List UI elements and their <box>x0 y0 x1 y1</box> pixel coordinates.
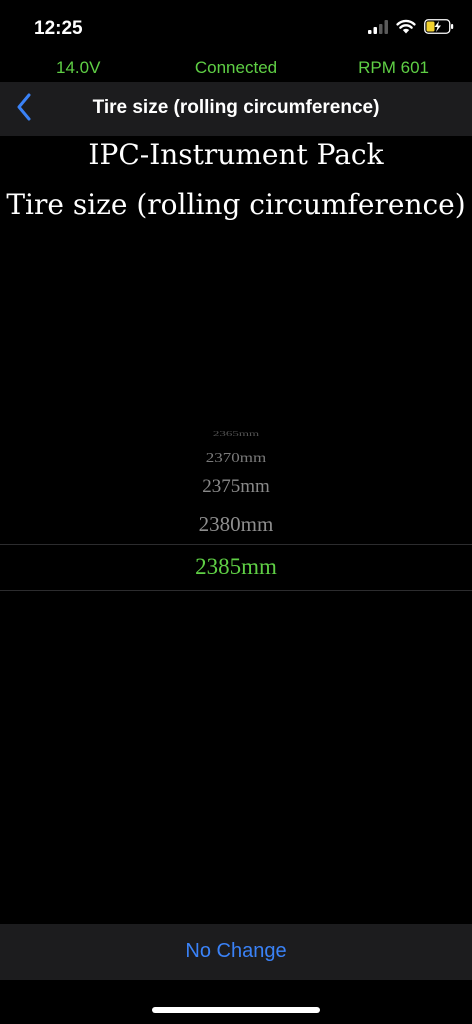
picker-option[interactable]: 2370mm <box>0 450 472 466</box>
bottom-action-bar: No Change <box>0 924 472 980</box>
no-change-button[interactable]: No Change <box>0 940 472 963</box>
status-bar: 12:25 <box>0 0 472 56</box>
setting-name: Tire size (rolling circumference) <box>6 188 466 221</box>
battery-charging-icon <box>424 19 454 39</box>
picker-option[interactable]: 2365mm <box>0 430 472 439</box>
rpm-readout: RPM 601 <box>358 58 429 77</box>
navigation-bar: Tire size (rolling circumference) <box>0 82 472 136</box>
wifi-icon <box>396 19 416 39</box>
telemetry-bar: 14.0V Connected RPM 601 <box>0 56 472 82</box>
clock: 12:25 <box>34 18 83 39</box>
picker-option[interactable]: 2375mm <box>0 476 472 498</box>
status-icons <box>368 18 454 40</box>
module-name: IPC-Instrument Pack <box>88 138 384 171</box>
picker-selected-option[interactable]: 2385mm <box>0 554 472 580</box>
nav-title: Tire size (rolling circumference) <box>92 97 380 118</box>
tire-size-picker[interactable]: 2365mm 2370mm 2375mm 2380mm 2385mm <box>0 420 472 600</box>
cellular-signal-icon <box>368 19 388 39</box>
picker-option[interactable]: 2380mm <box>0 512 472 537</box>
home-indicator[interactable] <box>152 1007 320 1013</box>
